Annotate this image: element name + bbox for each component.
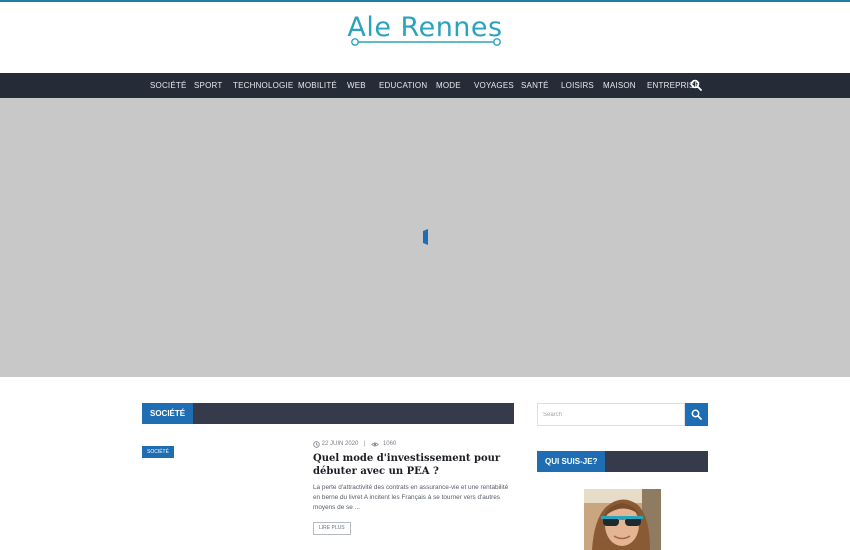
nav-item-web[interactable]: WEB bbox=[347, 73, 366, 98]
nav-item-maison[interactable]: MAISON bbox=[603, 73, 636, 98]
eye-icon bbox=[371, 442, 380, 446]
author-photo bbox=[584, 489, 661, 550]
search-icon[interactable] bbox=[690, 79, 702, 91]
nav-menu: SOCIÉTÉ SPORT TECHNOLOGIE MOBILITÉ WEB E… bbox=[0, 73, 850, 98]
search-input[interactable] bbox=[537, 403, 685, 426]
section-header-bar bbox=[142, 403, 514, 424]
main-navbar: SOCIÉTÉ SPORT TECHNOLOGIE MOBILITÉ WEB E… bbox=[0, 73, 850, 98]
top-accent-line bbox=[0, 0, 850, 2]
nav-item-voyages[interactable]: VOYAGES bbox=[474, 73, 514, 98]
search-icon bbox=[691, 409, 702, 420]
nav-item-sport[interactable]: SPORT bbox=[194, 73, 222, 98]
post-date: 22 JUIN 2020 bbox=[321, 441, 359, 447]
nav-item-education[interactable]: EDUCATION bbox=[379, 73, 427, 98]
section-title[interactable]: SOCIÉTÉ bbox=[142, 403, 194, 424]
post-views: 1060 bbox=[382, 441, 397, 447]
nav-item-loisirs[interactable]: LOISIRS bbox=[561, 73, 594, 98]
loading-spinner-icon bbox=[423, 229, 428, 245]
author-avatar bbox=[584, 489, 661, 550]
read-more-button[interactable]: LIRE PLUS bbox=[313, 522, 351, 535]
meta-separator: | bbox=[364, 441, 366, 447]
post-category-badge[interactable]: SOCIÉTÉ bbox=[142, 446, 174, 458]
search-button[interactable] bbox=[685, 403, 708, 426]
post-meta: 22 JUIN 2020 | 1060 bbox=[313, 439, 396, 449]
nav-item-mode[interactable]: MODE bbox=[436, 73, 461, 98]
nav-item-societe[interactable]: SOCIÉTÉ bbox=[150, 73, 187, 98]
nav-item-technologie[interactable]: TECHNOLOGIE bbox=[233, 73, 293, 98]
clock-icon bbox=[313, 440, 320, 448]
logo-circuit-line-icon bbox=[351, 38, 501, 46]
post-excerpt: La perte d'attractivité des contrats en … bbox=[313, 484, 509, 511]
about-widget-title: QUI SUIS-JE? bbox=[537, 451, 606, 472]
nav-item-mobilite[interactable]: MOBILITÉ bbox=[298, 73, 337, 98]
nav-item-sante[interactable]: SANTÉ bbox=[521, 73, 549, 98]
post-title[interactable]: Quel mode d'investissement pour débuter … bbox=[313, 452, 513, 478]
